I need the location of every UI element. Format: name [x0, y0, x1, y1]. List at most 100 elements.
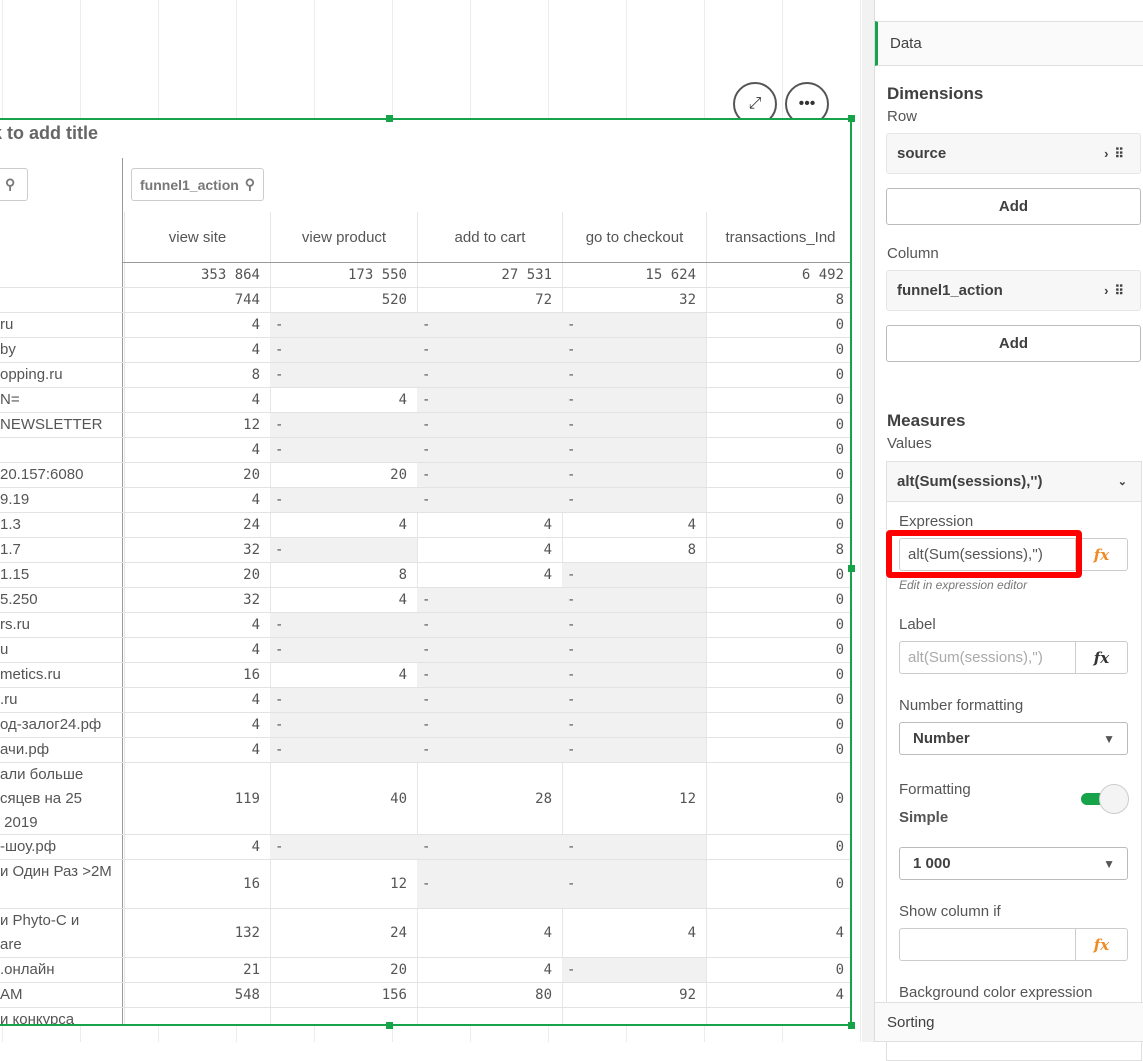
table-row: 353 864 173 550 27 531 15 624 6 492	[0, 263, 850, 288]
row-label[interactable]: 1.7	[0, 538, 120, 562]
row-label[interactable]	[0, 438, 120, 462]
table-row: 1.7 32-4 8 8	[0, 538, 850, 563]
table-cell: 4	[417, 513, 562, 537]
table-row: AM 548 156 80 92 4	[0, 983, 850, 1008]
table-cell: 6 492	[706, 263, 850, 287]
edit-hint[interactable]: Edit in expression editor	[899, 578, 1027, 592]
row-label[interactable]: 1.3	[0, 513, 120, 537]
table-cell: 0	[706, 413, 850, 437]
table-cell: 4	[562, 513, 706, 537]
row-label[interactable]: од-залог24.рф	[0, 713, 120, 737]
row-search[interactable]: ⚲	[0, 168, 28, 201]
table-cell: -	[417, 663, 562, 687]
fx-icon[interactable]: fx	[1075, 929, 1127, 960]
row-label[interactable]: 5.250	[0, 588, 120, 612]
column-header[interactable]: go to checkout	[562, 212, 706, 262]
show-column-if-input[interactable]	[900, 929, 1075, 960]
row-label[interactable]	[0, 263, 120, 287]
table-cell: 4	[270, 588, 417, 612]
row-label[interactable]: али больше сяцев на 25 2019	[0, 763, 120, 834]
table-cell: -	[562, 713, 706, 737]
bg-color-expression-label: Background color expression	[899, 984, 1093, 1001]
row-label[interactable]: u	[0, 638, 120, 662]
table-cell: -	[270, 413, 417, 437]
table-cell	[270, 1008, 417, 1024]
row-label[interactable]: 9.19	[0, 488, 120, 512]
row-label[interactable]: NEWSLETTER	[0, 413, 120, 437]
table-cell: 0	[706, 463, 850, 487]
row-label[interactable]: metics.ru	[0, 663, 120, 687]
resize-handle[interactable]	[848, 565, 855, 572]
section-data[interactable]: Data	[875, 21, 1143, 66]
row-label[interactable]: 20.157:6080	[0, 463, 120, 487]
chart-title[interactable]: k to add title	[0, 123, 98, 144]
table-row: 4---0	[0, 438, 850, 463]
measure-header[interactable]: alt(Sum(sessions),'') ⌄	[887, 462, 1141, 502]
chevron-drag-icon[interactable]: ›⠿	[1104, 146, 1130, 162]
formatting-toggle[interactable]	[1081, 784, 1129, 816]
column-header[interactable]: transactions_Ind	[706, 212, 850, 262]
caret-down-icon: ▼	[1103, 856, 1115, 871]
table-cell: -	[562, 860, 706, 908]
table-row: и Phyto-C и are 132 24 4 4 4	[0, 909, 850, 958]
label-field[interactable]: alt(Sum(sessions),'') fx	[899, 641, 1128, 674]
fx-icon[interactable]: fx	[1075, 642, 1127, 673]
column-header[interactable]: view product	[270, 212, 417, 262]
label-input[interactable]: alt(Sum(sessions),'')	[900, 642, 1075, 673]
row-label[interactable]: AM	[0, 983, 120, 1007]
row-label[interactable]: и Один Раз >2M	[0, 860, 120, 908]
table-row: u4---0	[0, 638, 850, 663]
resize-handle[interactable]	[386, 1022, 393, 1029]
table-cell: -	[270, 338, 417, 362]
column-header[interactable]: add to cart	[417, 212, 562, 262]
resize-handle[interactable]	[386, 115, 393, 122]
resize-handle[interactable]	[848, 1022, 855, 1029]
row-label[interactable]: N=	[0, 388, 120, 412]
table-cell: -	[417, 388, 562, 412]
number-format-select[interactable]: Number ▼	[899, 722, 1128, 755]
add-column-button[interactable]: Add	[886, 325, 1141, 362]
add-row-button[interactable]: Add	[886, 188, 1141, 225]
row-dimension-item[interactable]: source ›⠿	[886, 133, 1141, 174]
table-cell: 40	[270, 763, 417, 834]
show-column-if-field[interactable]: fx	[899, 928, 1128, 961]
table-cell: 173 550	[270, 263, 417, 287]
column-dimension-item[interactable]: funnel1_action ›⠿	[886, 270, 1141, 311]
row-label[interactable]: 1.15	[0, 563, 120, 587]
table-cell: 4	[706, 909, 850, 957]
table-cell: 548	[124, 983, 270, 1007]
row-label[interactable]	[0, 288, 120, 312]
resize-handle[interactable]	[848, 115, 855, 122]
chevron-drag-icon[interactable]: ›⠿	[1104, 283, 1130, 299]
table-cell: -	[562, 688, 706, 712]
row-label[interactable]: ru	[0, 313, 120, 337]
row-label[interactable]: и конкурса	[0, 1008, 120, 1024]
pivot-table-object[interactable]: k to add title ⚲ funnel1_action ⚲ view si…	[0, 118, 852, 1026]
table-cell: 156	[270, 983, 417, 1007]
table-row: 20.157:6080 20 20- -0	[0, 463, 850, 488]
row-label[interactable]: ачи.рф	[0, 738, 120, 762]
row-label[interactable]: и Phyto-C и are	[0, 909, 120, 957]
table-cell: -	[417, 438, 562, 462]
table-cell: -	[562, 413, 706, 437]
row-label[interactable]: .ru	[0, 688, 120, 712]
format-pattern-select[interactable]: 1 000 ▼	[899, 847, 1128, 880]
row-label: Row	[887, 108, 918, 125]
row-label[interactable]: .онлайн	[0, 958, 120, 982]
table-cell	[124, 1008, 270, 1024]
table-row: али больше сяцев на 25 2019 119 40 28 12 0	[0, 763, 850, 835]
row-label[interactable]: opping.ru	[0, 363, 120, 387]
column-header[interactable]: view site	[124, 212, 270, 262]
section-sorting[interactable]: Sorting	[875, 1002, 1143, 1042]
table-cell: 4	[417, 538, 562, 562]
row-label[interactable]: -шоу.рф	[0, 835, 120, 859]
table-cell: 0	[706, 438, 850, 462]
fx-icon[interactable]: fx	[1075, 539, 1127, 570]
column-search[interactable]: funnel1_action ⚲	[131, 168, 265, 201]
row-label[interactable]: by	[0, 338, 120, 362]
table-cell: 0	[706, 313, 850, 337]
table-cell: 27 531	[417, 263, 562, 287]
table-cell: 4	[124, 835, 270, 859]
row-label[interactable]: rs.ru	[0, 613, 120, 637]
properties-panel: Data Dimensions Row source ›⠿ Add Column …	[862, 0, 1143, 1061]
